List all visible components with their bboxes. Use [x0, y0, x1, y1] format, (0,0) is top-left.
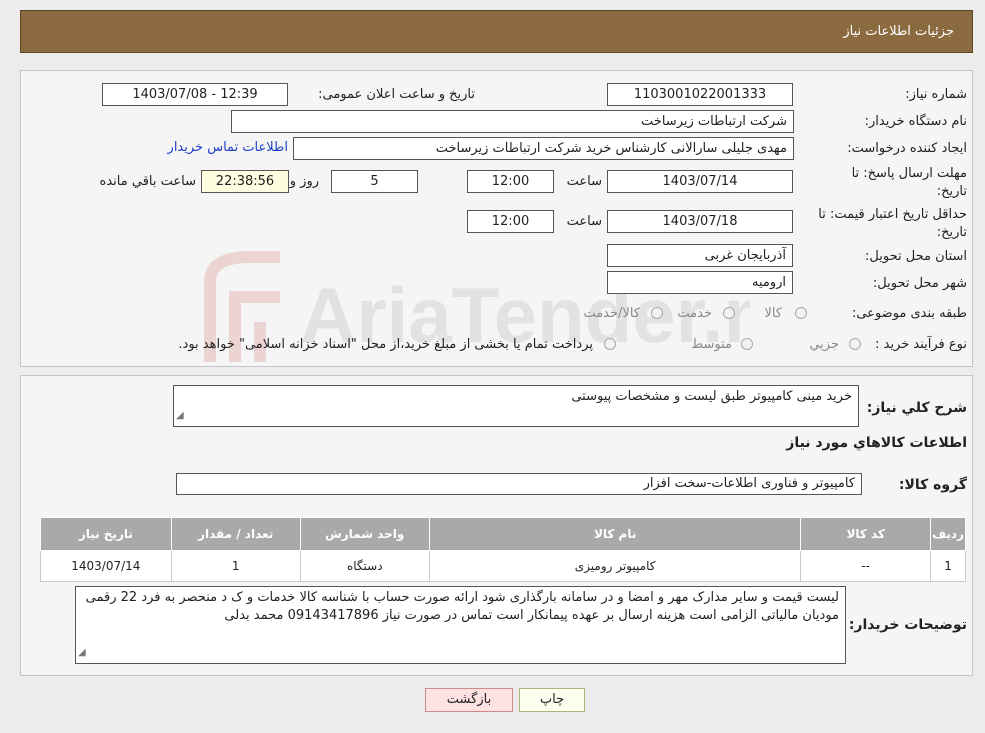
table-row: 1 -- کامپیوتر رومیزی دستگاه 1 1403/07/14	[40, 550, 966, 582]
buyer-org-field: شرکت ارتباطات زیرساخت	[231, 110, 794, 133]
deadline-time-field: 12:00	[467, 170, 554, 193]
col-row-number: رديف	[930, 517, 966, 551]
category-radio-goods[interactable]	[795, 307, 807, 319]
validity-label: حداقل تاریخ اعتبار قیمت: تا تاریخ:	[818, 206, 967, 242]
category-label: طبقه بندی موضوعی:	[851, 306, 967, 321]
need-number-field: 1103001022001333	[607, 83, 793, 106]
category-radio-service[interactable]	[723, 307, 735, 319]
days-field: 5	[331, 170, 418, 193]
province-label: استان محل تحویل:	[865, 249, 967, 264]
requester-label: ایجاد کننده درخواست:	[847, 141, 967, 156]
cell-unit: دستگاه	[299, 550, 430, 582]
category-option-goods: کالا	[764, 306, 782, 321]
col-need-date: تاریخ نیاز	[40, 517, 172, 551]
remaining-time-field: 22:38:56	[201, 170, 289, 193]
validity-time-label: ساعت	[566, 214, 602, 229]
goods-info-title: اطلاعات کالاهاي مورد نياز	[786, 435, 967, 451]
process-option-medium: متوسط	[691, 337, 732, 352]
buyer-notes-textarea[interactable]: لیست قیمت و سایر مدارک مهر و امضا و در س…	[75, 586, 846, 664]
days-label: روز و	[289, 174, 319, 189]
col-goods-code: کد کالا	[800, 517, 932, 551]
col-unit: واحد شمارش	[299, 517, 430, 551]
process-label: نوع فرآیند خرید :	[875, 337, 967, 352]
validity-label-line1: حداقل تاریخ اعتبار قیمت: تا	[818, 207, 967, 222]
city-field: ارومیه	[607, 271, 793, 294]
validity-date-field: 1403/07/18	[607, 210, 793, 233]
resize-grip-icon[interactable]: ◢	[176, 407, 184, 425]
print-button[interactable]: چاپ	[519, 688, 585, 712]
category-option-service: خدمت	[677, 306, 712, 321]
summary-text: خرید مینی کامپیوتر طبق لیست و مشخصات پیو…	[571, 389, 852, 404]
validity-label-line2: تاریخ:	[936, 225, 967, 240]
category-radio-goods-service[interactable]	[651, 307, 663, 319]
cell-row-number: 1	[930, 550, 966, 582]
cell-goods-name: کامپیوتر رومیزی	[428, 550, 802, 582]
city-label: شهر محل تحویل:	[872, 276, 967, 291]
buyer-notes-text: لیست قیمت و سایر مدارک مهر و امضا و در س…	[85, 590, 839, 623]
need-number-label: شماره نیاز:	[905, 87, 967, 102]
col-quantity: تعداد / مقدار	[170, 517, 301, 551]
process-note: پرداخت تمام یا بخشی از مبلغ خرید،از محل …	[178, 337, 593, 352]
goods-group-field: کامپیوتر و فناوری اطلاعات-سخت افزار	[176, 473, 862, 495]
goods-table: رديف کد کالا نام کالا واحد شمارش تعداد /…	[40, 517, 966, 582]
cell-goods-code: --	[800, 550, 932, 582]
cell-quantity: 1	[170, 550, 301, 582]
col-goods-name: نام کالا	[428, 517, 802, 551]
buyer-notes-label: توضیحات خریدار:	[848, 617, 967, 633]
deadline-label-line1: مهلت ارسال پاسخ: تا	[851, 166, 967, 181]
category-option-goods-service: کالا/خدمت	[583, 306, 640, 321]
remaining-time-label: ساعت باقي مانده	[99, 174, 196, 189]
process-radio-minor[interactable]	[849, 338, 861, 350]
announce-label: تاریخ و ساعت اعلان عمومی:	[318, 87, 475, 102]
deadline-time-label: ساعت	[566, 174, 602, 189]
summary-textarea[interactable]: خرید مینی کامپیوتر طبق لیست و مشخصات پیو…	[173, 385, 859, 427]
process-radio-medium[interactable]	[741, 338, 753, 350]
province-field: آذربایجان غربی	[607, 244, 793, 267]
deadline-label: مهلت ارسال پاسخ: تا تاریخ:	[852, 165, 967, 201]
page-header: جزئیات اطلاعات نیاز	[20, 10, 973, 53]
process-option-minor: جزيي	[809, 337, 839, 352]
deadline-label-line2: تاریخ:	[936, 184, 967, 199]
goods-table-header: رديف کد کالا نام کالا واحد شمارش تعداد /…	[40, 517, 966, 551]
goods-group-label: گروه کالا:	[898, 477, 967, 493]
announce-field: 1403/07/08 - 12:39	[102, 83, 288, 106]
summary-label: شرح کلي نياز:	[866, 400, 967, 416]
cell-need-date: 1403/07/14	[40, 550, 172, 582]
resize-grip-icon[interactable]: ◢	[78, 644, 86, 662]
page-title: جزئیات اطلاعات نیاز	[843, 24, 954, 39]
requester-field: مهدی جلیلی سارالانی کارشناس خرید شرکت ار…	[293, 137, 794, 160]
deadline-date-field: 1403/07/14	[607, 170, 793, 193]
buyer-org-label: نام دستگاه خریدار:	[864, 114, 967, 129]
buyer-contact-link[interactable]: اطلاعات تماس خریدار	[168, 140, 288, 155]
back-button[interactable]: بازگشت	[425, 688, 513, 712]
validity-time-field: 12:00	[467, 210, 554, 233]
process-radio-treasury[interactable]	[604, 338, 616, 350]
